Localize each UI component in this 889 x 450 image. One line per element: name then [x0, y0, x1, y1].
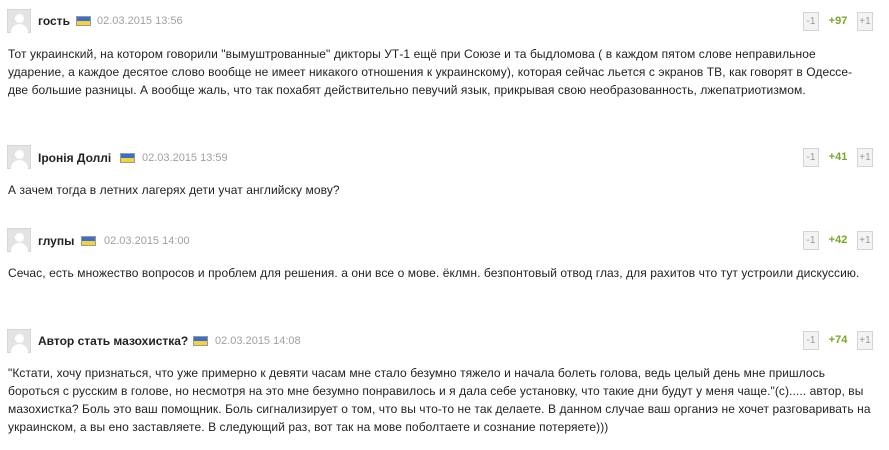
comment-score: +97 — [828, 15, 848, 27]
vote-down-button[interactable]: -1 — [803, 148, 819, 167]
vote-down-button[interactable]: -1 — [803, 231, 819, 250]
comment-author[interactable]: Автор стать мазохистка? — [38, 334, 188, 348]
ukraine-flag-icon — [193, 336, 208, 346]
comment-text: Сечас, есть множество вопросов и проблем… — [8, 266, 860, 280]
comment-text: "Кстати, хочу признаться, что уже пример… — [8, 366, 871, 434]
vote-up-button[interactable]: +1 — [857, 12, 873, 31]
comment-text: Тот украинский, на котором говорили "вым… — [8, 47, 853, 97]
comment-score: +74 — [828, 334, 848, 346]
vote-up-button[interactable]: +1 — [857, 231, 873, 250]
ukraine-flag-icon — [76, 16, 91, 26]
comment-author[interactable]: глупы — [38, 234, 74, 248]
comment-author[interactable]: гость — [38, 14, 70, 28]
vote-up-button[interactable]: +1 — [857, 331, 873, 350]
ukraine-flag-icon — [81, 236, 96, 246]
comment-date: 02.03.2015 13:56 — [97, 15, 183, 27]
vote-up-button[interactable]: +1 — [857, 148, 873, 167]
comment-date: 02.03.2015 14:00 — [104, 235, 190, 247]
comment-text: А зачем тогда в летних лагерях дети учат… — [8, 183, 340, 197]
avatar — [7, 145, 31, 169]
vote-down-button[interactable]: -1 — [803, 12, 819, 31]
avatar — [7, 9, 31, 33]
comment-score: +41 — [828, 151, 848, 163]
comment-score: +42 — [828, 234, 848, 246]
ukraine-flag-icon — [120, 153, 135, 163]
comment-date: 02.03.2015 13:59 — [142, 152, 228, 164]
avatar — [7, 228, 31, 252]
avatar — [7, 329, 31, 353]
comment-date: 02.03.2015 14:08 — [215, 335, 301, 347]
vote-down-button[interactable]: -1 — [803, 331, 819, 350]
comment-author[interactable]: Іронія Доллі — [38, 151, 111, 165]
